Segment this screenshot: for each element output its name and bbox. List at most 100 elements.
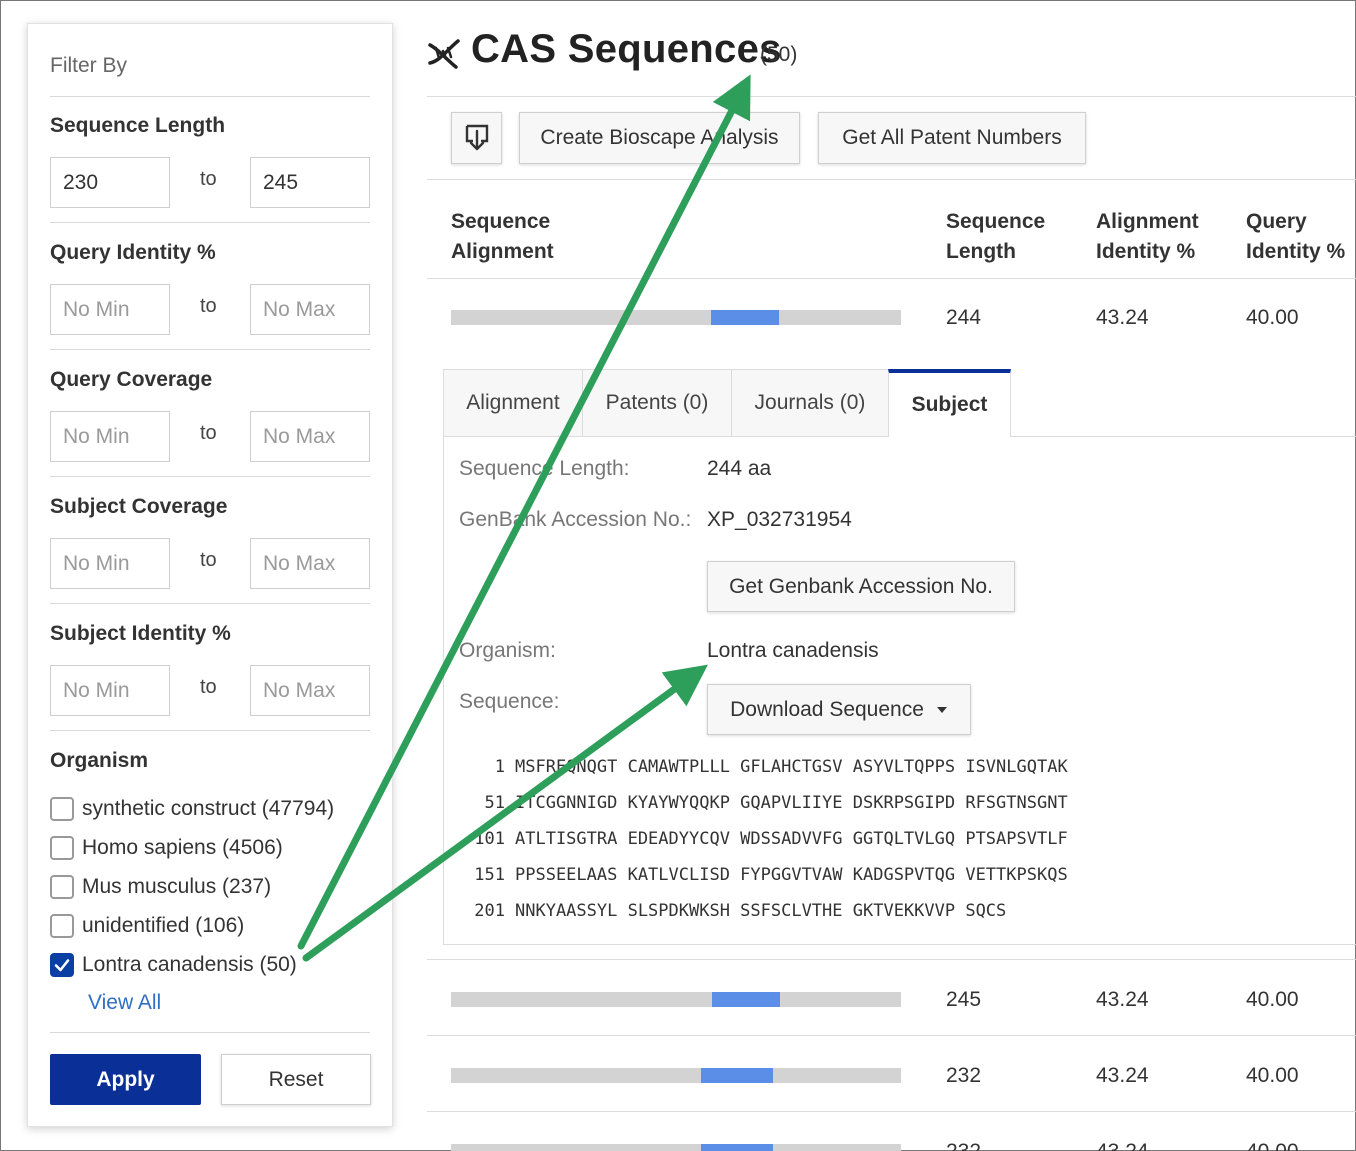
- sequence-residues: PPSSEELAAS KATLVCLISD FYPGGVTVAW KADGSPV…: [515, 865, 1068, 885]
- alignment-identity-cell: 43.24: [1096, 306, 1149, 329]
- query-identity-max-input[interactable]: No Max: [250, 284, 370, 335]
- sequence-residues: MSFREQNQGT CAMAWTPLLL GFLAHCTGSV ASYVLTQ…: [515, 757, 1068, 777]
- subject-coverage-max-input[interactable]: No Max: [250, 538, 370, 589]
- subject-identity-title: Subject Identity %: [50, 622, 231, 645]
- tab-patents[interactable]: Patents (0): [582, 369, 732, 437]
- organism-option-label: Lontra canadensis (50): [82, 953, 297, 976]
- query-coverage-title: Query Coverage: [50, 368, 213, 391]
- query-coverage-max-input[interactable]: No Max: [250, 411, 370, 462]
- divider: [427, 1111, 1356, 1112]
- organism-option-synthetic-construct[interactable]: synthetic construct (47794): [50, 794, 334, 824]
- page-title: CAS Sequences: [471, 27, 782, 71]
- divider: [427, 96, 1356, 97]
- alignment-bar-fill: [701, 1144, 774, 1151]
- alignment-bar-fill: [701, 1068, 774, 1083]
- checkbox-checked[interactable]: [50, 953, 74, 977]
- query-coverage-min-input[interactable]: No Min: [50, 411, 170, 462]
- header-line: Alignment: [1096, 210, 1199, 233]
- sequence-residues: ATLTISGTRA EDEADYYCQV WDSSADVVFG GGTQLTV…: [515, 829, 1068, 849]
- divider: [427, 959, 1356, 960]
- header-line: Sequence: [946, 210, 1046, 233]
- divider: [50, 349, 370, 350]
- dna-icon: [428, 39, 460, 69]
- genbank-accession-label: GenBank Accession No.:: [459, 508, 692, 531]
- tab-alignment[interactable]: Alignment: [443, 369, 583, 437]
- sequence-length-title: Sequence Length: [50, 114, 226, 137]
- alignment-bar[interactable]: [451, 1144, 901, 1151]
- subject-coverage-title: Subject Coverage: [50, 495, 228, 518]
- subject-identity-max-input[interactable]: No Max: [250, 665, 370, 716]
- checkbox[interactable]: [50, 875, 74, 899]
- alignment-bar[interactable]: [451, 310, 901, 325]
- header-line: Alignment: [451, 240, 554, 263]
- header-line: Length: [946, 240, 1016, 263]
- sequence-position: 51: [484, 793, 505, 813]
- query-identity-cell: 40.00: [1246, 988, 1299, 1011]
- divider: [427, 179, 1356, 180]
- tab-subject[interactable]: Subject: [888, 369, 1011, 437]
- sequence-line: 151 PPSSEELAAS KATLVCLISD FYPGGVTVAW KADG…: [459, 865, 1068, 885]
- sequence-position: 101: [474, 829, 505, 849]
- caret-down-icon: [936, 706, 947, 713]
- query-identity-cell: 40.00: [1246, 306, 1299, 329]
- sequence-length-label: Sequence Length:: [459, 457, 630, 480]
- organism-option-homo-sapiens[interactable]: Homo sapiens (4506): [50, 833, 283, 863]
- checkbox[interactable]: [50, 836, 74, 860]
- organism-option-lontra-canadensis[interactable]: Lontra canadensis (50): [50, 950, 297, 980]
- column-header-query-identity[interactable]: Query Identity %: [1246, 207, 1345, 267]
- sequence-line: 1 MSFREQNQGT CAMAWTPLLL GFLAHCTGSV ASYVLT…: [459, 757, 1068, 777]
- get-genbank-accession-button[interactable]: Get Genbank Accession No.: [707, 561, 1015, 612]
- header-line: Identity %: [1096, 240, 1196, 263]
- sequence-position: 201: [474, 901, 505, 921]
- sequence-length-cell: 232: [946, 1064, 982, 1087]
- range-to-label: to: [200, 295, 217, 317]
- genbank-accession-value: XP_032731954: [707, 508, 852, 531]
- sequence-line: 51 ITCGGNNIGD KYAYWYQQKP GQAPVLIIYE DSKRP…: [459, 793, 1068, 813]
- header-line: Query: [1246, 210, 1307, 233]
- organism-option-mus-musculus[interactable]: Mus musculus (237): [50, 872, 271, 902]
- organism-option-label: unidentified (106): [82, 914, 245, 937]
- checkbox[interactable]: [50, 914, 74, 938]
- subject-identity-min-input[interactable]: No Min: [50, 665, 170, 716]
- header-line: Identity %: [1246, 240, 1346, 263]
- download-button[interactable]: [451, 112, 502, 164]
- organism-option-label: Homo sapiens (4506): [82, 836, 283, 859]
- header-line: Sequence: [451, 210, 551, 233]
- sequence-length-max-input[interactable]: 245: [250, 157, 370, 208]
- organism-title: Organism: [50, 749, 149, 772]
- column-header-alignment-identity[interactable]: Alignment Identity %: [1096, 207, 1199, 267]
- download-icon: [465, 124, 488, 151]
- download-sequence-label: Download Sequence: [730, 697, 924, 721]
- download-sequence-button[interactable]: Download Sequence: [707, 684, 971, 735]
- column-header-sequence-alignment[interactable]: Sequence Alignment: [451, 207, 554, 267]
- reset-button[interactable]: Reset: [221, 1054, 371, 1105]
- subject-coverage-min-input[interactable]: No Min: [50, 538, 170, 589]
- sequence-residues: ITCGGNNIGD KYAYWYQQKP GQAPVLIIYE DSKRPSG…: [515, 793, 1068, 813]
- checkmark-icon: [54, 959, 70, 972]
- divider: [50, 1032, 370, 1033]
- query-identity-min-input[interactable]: No Min: [50, 284, 170, 335]
- filter-title: Filter By: [50, 54, 128, 77]
- apply-button[interactable]: Apply: [50, 1054, 201, 1105]
- sequence-length-cell: 245: [946, 988, 982, 1011]
- alignment-identity-cell: 43.24: [1096, 1064, 1149, 1087]
- alignment-identity-cell: 43.24: [1096, 988, 1149, 1011]
- sequence-line: 101 ATLTISGTRA EDEADYYCQV WDSSADVVFG GGTQ…: [459, 829, 1068, 849]
- alignment-bar[interactable]: [451, 1068, 901, 1083]
- organism-option-unidentified[interactable]: unidentified (106): [50, 911, 244, 941]
- alignment-bar-fill: [712, 992, 780, 1007]
- organism-value: Lontra canadensis: [707, 639, 879, 662]
- view-all-link[interactable]: View All: [88, 991, 161, 1015]
- sequence-length-cell: 244: [946, 306, 982, 329]
- sequence-length-min-input[interactable]: 230: [50, 157, 170, 208]
- get-all-patent-numbers-button[interactable]: Get All Patent Numbers: [818, 112, 1086, 164]
- sequence-position: 1: [494, 757, 505, 777]
- query-identity-cell: 40.00: [1246, 1064, 1299, 1087]
- sequence-length-cell: 232: [946, 1140, 981, 1151]
- column-header-sequence-length[interactable]: Sequence Length: [946, 207, 1045, 267]
- checkbox[interactable]: [50, 797, 74, 821]
- tab-journals[interactable]: Journals (0): [731, 369, 889, 437]
- alignment-bar-fill: [711, 310, 780, 325]
- alignment-bar[interactable]: [451, 992, 901, 1007]
- create-bioscape-analysis-button[interactable]: Create Bioscape Analysis: [519, 112, 800, 164]
